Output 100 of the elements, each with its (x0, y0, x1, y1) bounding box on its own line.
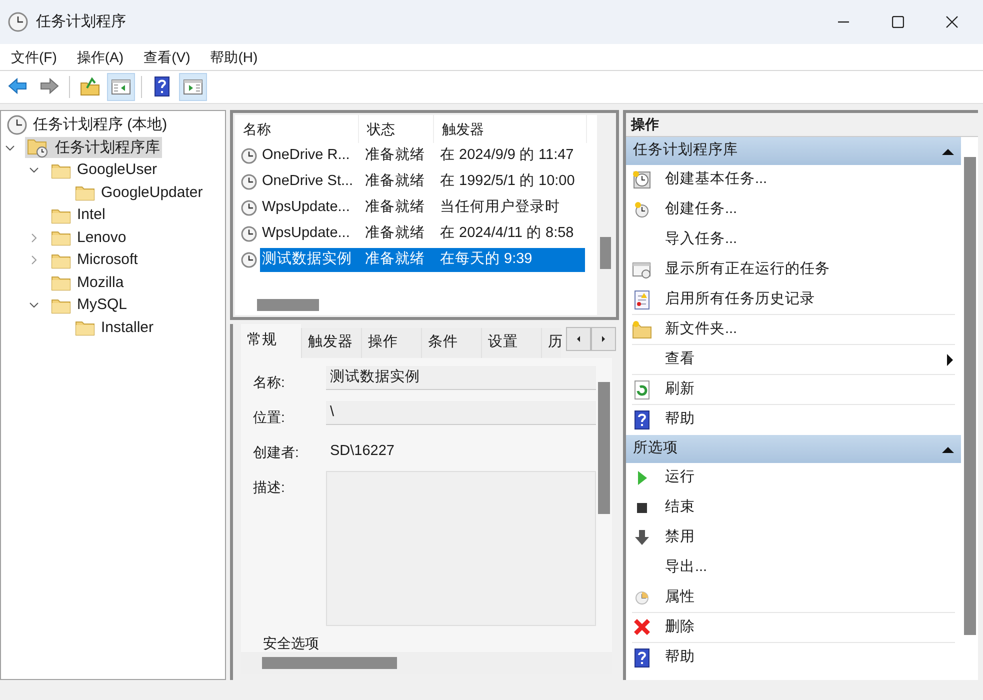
field-label: 名称: (253, 373, 286, 392)
table-cell-text: 测试数据实例 (261, 250, 353, 270)
tab-scroll-right-button[interactable] (591, 327, 616, 351)
text-field[interactable]: \ (326, 401, 596, 425)
action-item[interactable]: 帮助 (632, 405, 955, 435)
action-item[interactable]: 新文件夹... (632, 315, 955, 345)
tab[interactable]: 常规 (241, 324, 301, 358)
tree-item[interactable]: Mozilla (49, 272, 126, 294)
expand-icon[interactable] (29, 232, 39, 243)
section-header[interactable]: 所选项 (626, 435, 961, 463)
table-cell-text: 准备就绪 (364, 250, 426, 270)
help-icon (632, 648, 652, 668)
collapse-icon[interactable] (5, 142, 15, 153)
help-icon (632, 410, 652, 430)
table-cell-text: 在 1992/5/1 的 10:00 (439, 172, 576, 192)
tree-item[interactable]: Intel (49, 204, 108, 226)
table-cell-text: 当任何用户登录时 (439, 198, 561, 218)
close-icon (946, 16, 958, 28)
tree-item[interactable]: Installer (73, 317, 156, 338)
table-cell-text: 在每天的 9:39 (439, 250, 534, 270)
action-item[interactable]: 导入任务... (632, 225, 955, 255)
column-header[interactable]: 触发器 (434, 115, 587, 143)
left-triangle-icon (576, 336, 580, 342)
submenu-arrow-icon (947, 354, 953, 366)
task-row[interactable]: WpsUpdate... 准备就绪 当任何用户登录时 (260, 196, 585, 220)
action-item[interactable]: 启用所有任务历史记录 (632, 285, 955, 315)
clock-icon (8, 12, 28, 32)
table-cell-text: 准备就绪 (364, 224, 426, 244)
task-row[interactable]: OneDrive St... 准备就绪 在 1992/5/1 的 10:00 (260, 170, 585, 194)
action-item[interactable]: 创建任务... (632, 195, 955, 225)
scrollbar-thumb[interactable] (598, 382, 610, 514)
column-header[interactable]: 状态 (359, 115, 434, 143)
expand-icon[interactable] (29, 255, 39, 266)
menu-item[interactable]: 查看(V) (136, 44, 198, 70)
section-label: 安全选项 (262, 634, 320, 652)
description-field[interactable] (326, 471, 596, 626)
folder-clock-icon (27, 138, 49, 158)
clock-icon (241, 200, 257, 216)
folder-icon (51, 296, 71, 314)
table-cell-text: 准备就绪 (364, 146, 426, 166)
action-item[interactable]: 运行 (632, 463, 955, 493)
action-item[interactable]: 属性 (632, 583, 955, 613)
action-item[interactable]: 导出... (632, 553, 955, 583)
table-cell-text: 在 2024/9/9 的 11:47 (439, 146, 575, 166)
collapse-icon[interactable] (29, 300, 39, 310)
clock-icon (241, 148, 257, 164)
folder-icon (632, 320, 652, 340)
folder-icon (75, 184, 95, 202)
field-label: 描述: (253, 478, 286, 497)
folder-icon (51, 229, 71, 246)
window-clock-icon (632, 260, 652, 280)
task-row[interactable]: 测试数据实例 准备就绪 在每天的 9:39 (260, 248, 585, 272)
action-item[interactable]: 显示所有正在运行的任务 (632, 255, 955, 285)
maximize-icon (892, 16, 904, 28)
task-row[interactable]: OneDrive R... 准备就绪 在 2024/9/9 的 11:47 (260, 144, 585, 168)
tree-item[interactable]: GoogleUser (49, 160, 160, 181)
clock-icon (241, 226, 257, 242)
table-cell-text: 准备就绪 (364, 172, 426, 192)
window-title: 任务计划程序 (36, 12, 126, 32)
scrollbar-thumb[interactable] (600, 237, 611, 269)
tree-item[interactable]: 任务计划程序 (本地) (5, 114, 170, 136)
action-item[interactable]: 查看 (632, 345, 955, 375)
pane-title: 操作 (631, 115, 659, 134)
tree-item[interactable]: Microsoft (49, 250, 140, 271)
scrollbar-thumb[interactable] (964, 157, 976, 635)
action-item[interactable]: 禁用 (632, 523, 955, 553)
scrollbar-thumb[interactable] (262, 657, 397, 669)
tree-item[interactable]: MySQL (49, 294, 130, 316)
delete-icon (632, 618, 652, 638)
action-item[interactable]: 结束 (632, 493, 955, 523)
refresh-icon (632, 380, 652, 400)
field-label: 位置: (253, 408, 286, 427)
action-item[interactable]: 刷新 (632, 375, 955, 405)
folder-up-icon (79, 76, 101, 98)
folder-icon (51, 162, 71, 179)
tree-item[interactable]: 任务计划程序库 (25, 137, 162, 158)
table-cell-text: OneDrive R... (261, 146, 351, 166)
notebook-icon (632, 290, 652, 310)
folder-icon (75, 319, 95, 336)
tab[interactable]: 历 (541, 328, 561, 358)
action-item[interactable]: 创建基本任务... (632, 165, 955, 195)
scrollbar-thumb[interactable] (257, 299, 319, 311)
column-header[interactable]: 名称 (235, 115, 359, 143)
clock-icon (7, 115, 27, 136)
menu-item[interactable]: 文件(F) (3, 44, 65, 70)
table-cell-text: OneDrive St... (261, 172, 354, 192)
tree-item[interactable]: GoogleUpdater (73, 182, 205, 204)
action-item[interactable]: 帮助 (632, 643, 955, 673)
section-header[interactable]: 任务计划程序库 (626, 137, 961, 165)
field-value: SD\16227 (329, 442, 396, 461)
tab-scroll-left-button[interactable] (566, 327, 591, 351)
menu-item[interactable]: 帮助(H) (202, 44, 266, 70)
menu-item[interactable]: 操作(A) (68, 44, 132, 70)
collapse-icon[interactable] (29, 165, 39, 176)
folder-icon (51, 274, 71, 292)
action-item[interactable]: 删除 (632, 613, 955, 643)
text-field[interactable]: 测试数据实例 (326, 366, 596, 390)
clock-icon (241, 174, 257, 190)
task-row[interactable]: WpsUpdate... 准备就绪 在 2024/4/11 的 8:58 (260, 222, 585, 246)
tree-item[interactable]: Lenovo (49, 227, 128, 248)
